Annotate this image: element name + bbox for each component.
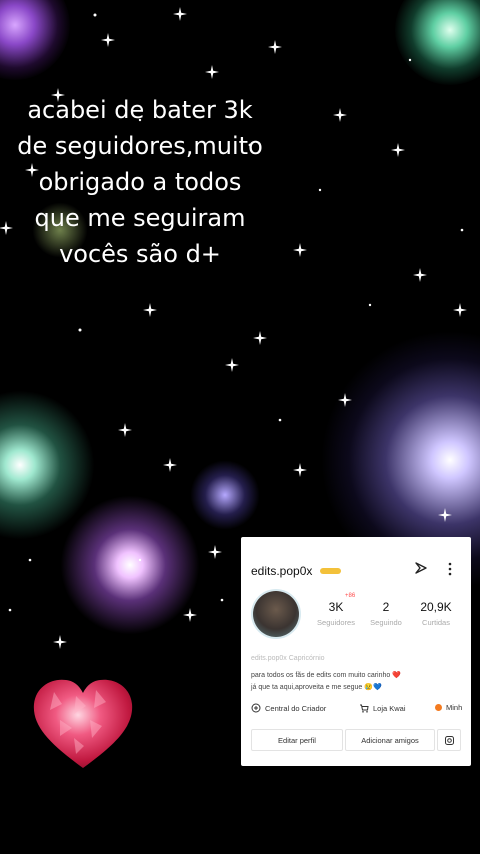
stat-label: Seguidores: [317, 618, 355, 627]
share-icon[interactable]: [414, 561, 428, 575]
cart-icon: [360, 704, 369, 713]
instagram-icon: [444, 735, 454, 745]
stat-label: Seguindo: [370, 618, 402, 627]
add-friends-label: Adicionar amigos: [361, 735, 419, 745]
edit-profile-button[interactable]: Editar perfil: [251, 729, 343, 751]
profile-meta: edits.pop0x Capricórnio: [251, 655, 325, 662]
stat-label: Curtidas: [422, 618, 450, 627]
profile-bio: para todos os fãs de edits com muito car…: [251, 670, 467, 694]
video-background: acabei de bater 3k de seguidores,muito o…: [0, 0, 480, 854]
bio-line: já que ta aqui,aproveita e me segue 😢💙: [251, 684, 382, 691]
stat-value: 2: [382, 600, 390, 614]
stat-value: 3K: [328, 600, 344, 614]
caption-line: vocês são d+: [59, 240, 221, 268]
creator-center-label: Central do Criador: [265, 703, 327, 713]
store-label: Loja Kwai: [373, 703, 406, 713]
add-friends-button[interactable]: Adicionar amigos: [345, 729, 435, 751]
profile-username: edits.pop0x: [251, 564, 313, 578]
caption-line: que me seguiram: [34, 204, 246, 232]
heart-icon: [33, 679, 133, 768]
edit-profile-label: Editar perfil: [278, 735, 316, 745]
stat-likes[interactable]: 20,9K Curtidas: [411, 600, 461, 627]
profile-card: edits.pop0x +86 3K Seguidores 2 Seguindo…: [241, 537, 471, 766]
more-link-label: Minh: [446, 703, 463, 712]
stat-followers[interactable]: 3K Seguidores: [311, 600, 361, 627]
verified-badge-icon: [320, 568, 341, 574]
instagram-button[interactable]: [437, 729, 461, 751]
video-caption: acabei de bater 3k de seguidores,muito o…: [0, 92, 280, 272]
stat-value: 20,9K: [420, 600, 452, 614]
caption-line: acabei de bater 3k: [27, 96, 253, 124]
more-options-icon[interactable]: [448, 562, 452, 576]
stat-following[interactable]: 2 Seguindo: [361, 600, 411, 627]
bio-line: para todos os fãs de edits com muito car…: [251, 672, 401, 679]
more-link[interactable]: Minh: [435, 703, 462, 712]
caption-line: obrigado a todos: [38, 168, 242, 196]
creator-center-link[interactable]: Central do Criador: [251, 703, 326, 713]
caption-line: de seguidores,muito: [17, 132, 263, 160]
new-followers-badge: +86: [345, 593, 356, 599]
avatar[interactable]: [253, 591, 299, 637]
status-dot-icon: [435, 704, 442, 711]
store-link[interactable]: Loja Kwai: [359, 703, 406, 713]
creator-icon: [251, 703, 261, 713]
